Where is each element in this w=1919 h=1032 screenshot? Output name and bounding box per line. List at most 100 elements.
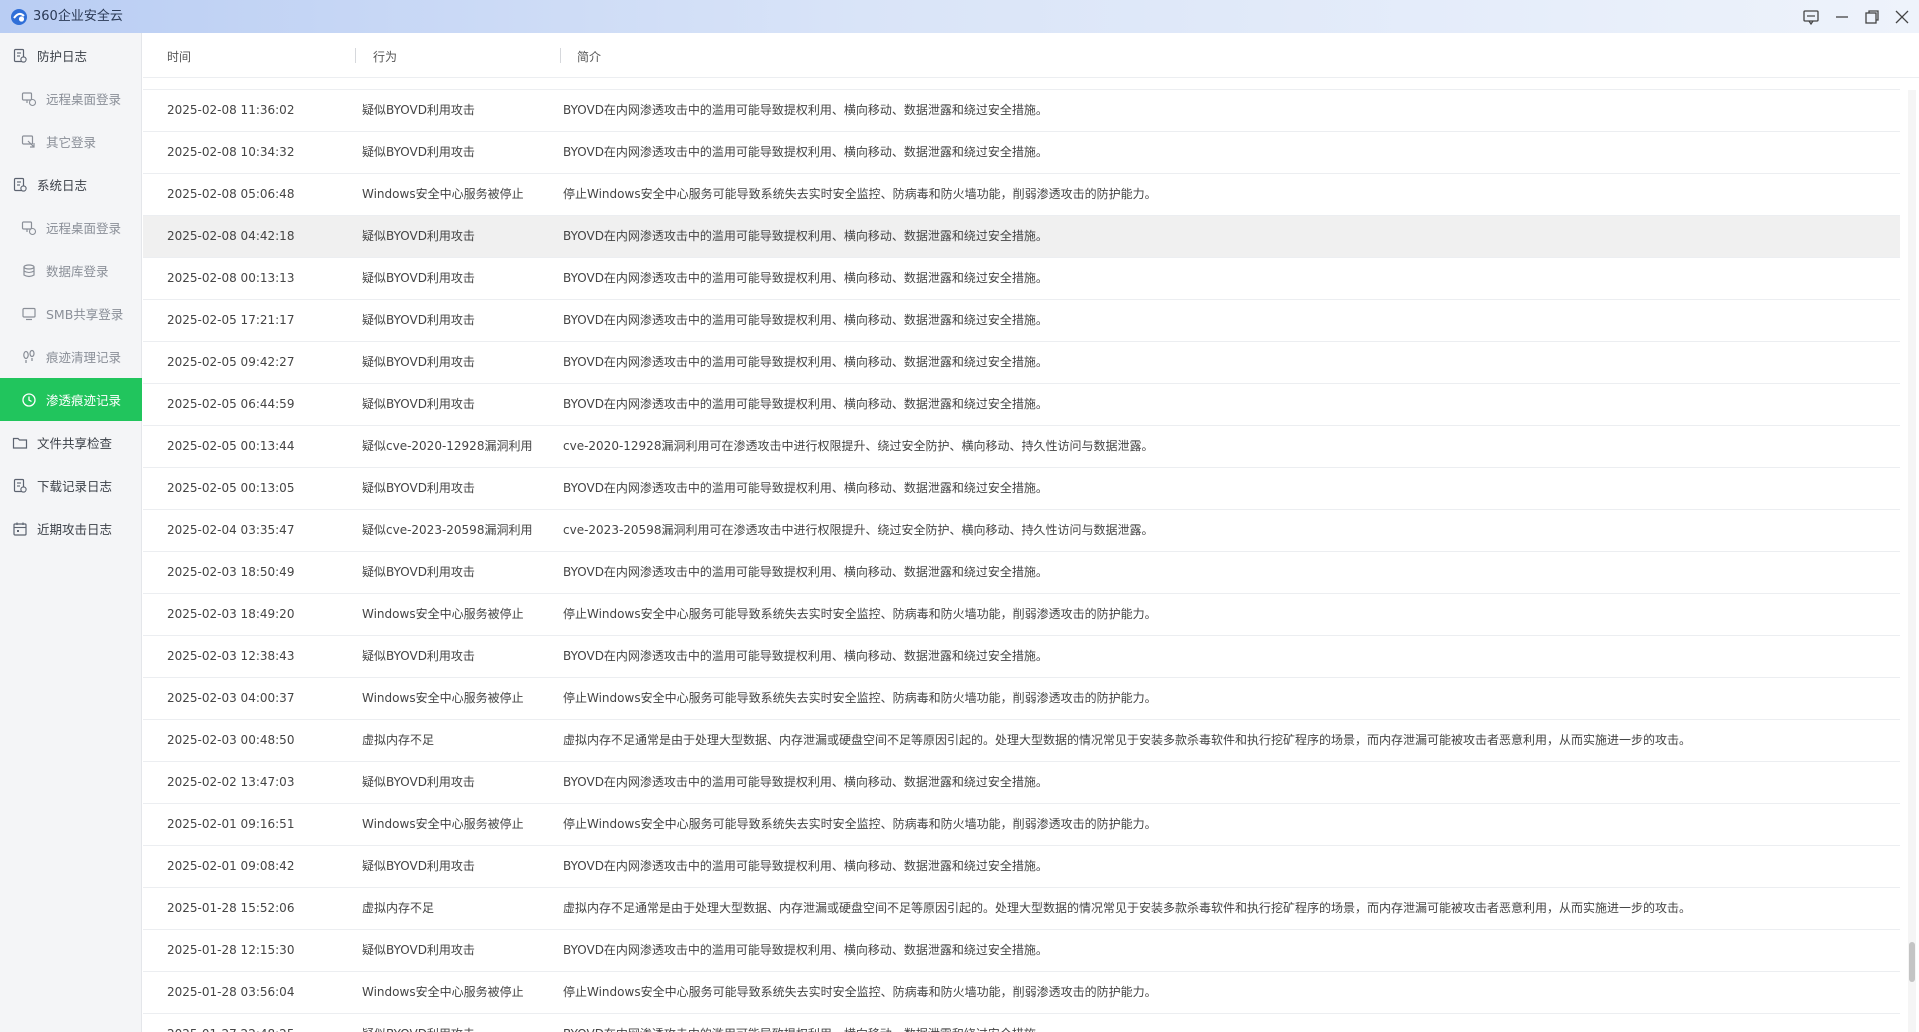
- cell-time: 2025-02-03 18:49:20: [167, 607, 295, 621]
- sidebar-item-file-share-check[interactable]: 文件共享检查: [0, 421, 142, 464]
- column-header-action[interactable]: 行为: [373, 48, 397, 65]
- app-title: 360企业安全云: [33, 9, 123, 24]
- sidebar-item-remote-desktop-login-2[interactable]: 远程桌面登录: [0, 206, 142, 249]
- table-row[interactable]: 2025-02-05 06:44:59 疑似BYOVD利用攻击 BYOVD在内网渗透…: [143, 384, 1900, 426]
- table-row[interactable]: 2025-02-03 12:38:43 疑似BYOVD利用攻击 BYOVD在内网渗透…: [143, 636, 1900, 678]
- cell-action: 疑似BYOVD利用攻击: [362, 271, 475, 285]
- cell-time: 2025-02-08 05:06:48: [167, 187, 295, 201]
- column-header-description[interactable]: 简介: [577, 48, 601, 65]
- table-row[interactable]: 2025-02-05 17:21:17 疑似BYOVD利用攻击 BYOVD在内网渗透…: [143, 300, 1900, 342]
- monitor-icon: [22, 307, 36, 320]
- sidebar-item-protection-log[interactable]: 防护日志: [0, 34, 142, 77]
- cell-action: 疑似BYOVD利用攻击: [362, 229, 475, 243]
- cell-time: 2025-02-01 09:08:42: [167, 859, 295, 873]
- cell-action: Windows安全中心服务被停止: [362, 691, 524, 705]
- cell-time: 2025-02-03 00:48:50: [167, 733, 295, 747]
- table-row[interactable]: 2025-02-03 04:00:37 Windows安全中心服务被停止 停止Win…: [143, 678, 1900, 720]
- cell-time: 2025-01-27 22:48:25: [167, 1014, 294, 1032]
- column-divider[interactable]: [560, 48, 561, 63]
- cell-action: 疑似BYOVD利用攻击: [362, 397, 475, 411]
- cell-action: 疑似BYOVD利用攻击: [362, 355, 475, 369]
- table-row[interactable]: 2025-02-02 13:47:03 疑似BYOVD利用攻击 BYOVD在内网渗透…: [143, 762, 1900, 804]
- table-row[interactable]: 2025-02-08 10:34:32 疑似BYOVD利用攻击 BYOVD在内网渗透…: [143, 132, 1900, 174]
- table-row[interactable]: 2025-02-08 04:42:18 疑似BYOVD利用攻击 BYOVD在内网渗透…: [143, 216, 1900, 258]
- table-row[interactable]: 2025-01-28 12:15:30 疑似BYOVD利用攻击 BYOVD在内网渗透…: [143, 930, 1900, 972]
- table-row[interactable]: 2025-02-03 00:48:50 虚拟内存不足 虚拟内存不足通常是由于处理大型…: [143, 720, 1900, 762]
- log-table: 时间 行为 简介 2025-02-08 11:36:02 疑似BYOVD利用攻击 B…: [143, 33, 1919, 1032]
- table-row[interactable]: 2025-02-08 05:06:48 Windows安全中心服务被停止 停止Win…: [143, 174, 1900, 216]
- sidebar-item-download-record-log[interactable]: 下载记录日志: [0, 464, 142, 507]
- restore-icon[interactable]: [1861, 6, 1883, 28]
- calendar-icon: [13, 522, 27, 536]
- cell-description: BYOVD在内网渗透攻击中的滥用可能导致提权利用、横向移动、数据泄露和绕过安全措…: [563, 565, 1048, 579]
- close-icon[interactable]: [1891, 6, 1913, 28]
- clock-icon: [22, 392, 36, 407]
- table-row[interactable]: 2025-02-03 18:50:49 疑似BYOVD利用攻击 BYOVD在内网渗透…: [143, 552, 1900, 594]
- cell-time: 2025-02-05 06:44:59: [167, 397, 295, 411]
- cell-time: 2025-02-01 09:16:51: [167, 817, 295, 831]
- cell-action: Windows安全中心服务被停止: [362, 985, 524, 999]
- cell-description: 虚拟内存不足通常是由于处理大型数据、内存泄漏或硬盘空间不足等原因引起的。处理大型…: [563, 733, 1692, 747]
- minimize-icon[interactable]: [1831, 6, 1853, 28]
- sidebar-item-system-log[interactable]: 系统日志: [0, 163, 142, 206]
- remote-desktop-icon: [21, 220, 37, 235]
- cell-action: 疑似BYOVD利用攻击: [362, 565, 475, 579]
- cell-description: BYOVD在内网渗透攻击中的滥用可能导致提权利用、横向移动、数据泄露和绕过安全措…: [563, 649, 1048, 663]
- cell-time: 2025-02-08 11:36:02: [167, 103, 295, 117]
- sidebar-item-other-login[interactable]: 其它登录: [0, 120, 142, 163]
- sidebar-item-label: 远程桌面登录: [46, 92, 122, 107]
- cell-description: BYOVD在内网渗透攻击中的滥用可能导致提权利用、横向移动、数据泄露和绕过安全措…: [563, 859, 1048, 873]
- cell-description: BYOVD在内网渗透攻击中的滥用可能导致提权利用、横向移动、数据泄露和绕过安全措…: [563, 145, 1048, 159]
- sidebar-item-smb-share-login[interactable]: SMB共享登录: [0, 292, 142, 335]
- cell-action: 疑似cve-2020-12928漏洞利用: [362, 439, 533, 453]
- cell-action: 疑似BYOVD利用攻击: [362, 481, 475, 495]
- cell-description: BYOVD在内网渗透攻击中的滥用可能导致提权利用、横向移动、数据泄露和绕过安全措…: [563, 775, 1048, 789]
- cell-description: cve-2020-12928漏洞利用可在渗透攻击中进行权限提升、绕过安全防护、横…: [563, 439, 1154, 453]
- table-row[interactable]: 2025-02-01 09:08:42 疑似BYOVD利用攻击 BYOVD在内网渗透…: [143, 846, 1900, 888]
- table-row[interactable]: 2025-01-28 15:52:06 虚拟内存不足 虚拟内存不足通常是由于处理大型…: [143, 888, 1900, 930]
- cell-time: 2025-02-02 13:47:03: [167, 775, 295, 789]
- column-header-time[interactable]: 时间: [167, 48, 191, 65]
- table-row[interactable]: 2025-02-08 11:36:02 疑似BYOVD利用攻击 BYOVD在内网渗透…: [143, 90, 1900, 132]
- cell-action: Windows安全中心服务被停止: [362, 187, 524, 201]
- cell-description: BYOVD在内网渗透攻击中的滥用可能导致提权利用、横向移动、数据泄露和绕过安全措…: [563, 397, 1048, 411]
- sidebar-item-remote-desktop-login[interactable]: 远程桌面登录: [0, 77, 142, 120]
- header-divider: [143, 77, 1919, 78]
- cell-time: 2025-02-03 04:00:37: [167, 691, 295, 705]
- cell-time: 2025-02-08 00:13:13: [167, 271, 295, 285]
- cell-action: 疑似BYOVD利用攻击: [362, 775, 475, 789]
- table-row[interactable]: 2025-01-28 03:56:04 Windows安全中心服务被停止 停止Win…: [143, 972, 1900, 1014]
- table-row[interactable]: 2025-02-03 18:49:20 Windows安全中心服务被停止 停止Win…: [143, 594, 1900, 636]
- cell-time: 2025-02-05 17:21:17: [167, 313, 295, 327]
- table-row[interactable]: 2025-02-04 03:35:47 疑似cve-2023-20598漏洞利用 c…: [143, 510, 1900, 552]
- table-row[interactable]: 2025-02-08 00:13:13 疑似BYOVD利用攻击 BYOVD在内网渗透…: [143, 258, 1900, 300]
- remote-desktop-icon: [21, 91, 37, 106]
- sidebar-item-label: 近期攻击日志: [37, 522, 113, 537]
- sidebar-item-recent-attack-log[interactable]: 近期攻击日志: [0, 507, 142, 550]
- scrollbar-thumb[interactable]: [1909, 942, 1915, 982]
- cell-description: 停止Windows安全中心服务可能导致系统失去实时安全监控、防病毒和防火墙功能，…: [563, 817, 1157, 831]
- column-divider[interactable]: [355, 48, 356, 63]
- cell-action: 疑似BYOVD利用攻击: [362, 649, 475, 663]
- cell-description: 停止Windows安全中心服务可能导致系统失去实时安全监控、防病毒和防火墙功能，…: [563, 691, 1157, 705]
- cell-action: 疑似BYOVD利用攻击: [362, 103, 475, 117]
- table-row[interactable]: 2025-02-01 09:16:51 Windows安全中心服务被停止 停止Win…: [143, 804, 1900, 846]
- feedback-icon[interactable]: [1800, 6, 1822, 28]
- cell-time: 2025-02-05 09:42:27: [167, 355, 295, 369]
- log-icon: [13, 48, 27, 63]
- sidebar: 防护日志 远程桌面登录 其它登录 系统日志 远程桌面登录 数据库登录 SMB共享…: [0, 33, 142, 1032]
- table-row[interactable]: 2025-02-05 00:13:05 疑似BYOVD利用攻击 BYOVD在内网渗透…: [143, 468, 1900, 510]
- sidebar-item-label: 系统日志: [37, 178, 88, 193]
- vertical-scrollbar[interactable]: [1908, 90, 1916, 1032]
- cell-action: 虚拟内存不足: [362, 733, 435, 747]
- cell-description: BYOVD在内网渗透攻击中的滥用可能导致提权利用、横向移动、数据泄露和绕过安全措…: [563, 1014, 1048, 1032]
- table-row[interactable]: 2025-02-05 09:42:27 疑似BYOVD利用攻击 BYOVD在内网渗透…: [143, 342, 1900, 384]
- table-row[interactable]: 2025-01-27 22:48:25 疑似BYOVD利用攻击 BYOVD在内网渗透…: [143, 1014, 1900, 1032]
- sidebar-item-trace-cleanup-record[interactable]: 痕迹清理记录: [0, 335, 142, 378]
- sidebar-item-database-login[interactable]: 数据库登录: [0, 249, 142, 292]
- cell-time: 2025-02-05 00:13:44: [167, 439, 295, 453]
- table-row[interactable]: 2025-02-05 00:13:44 疑似cve-2020-12928漏洞利用 c…: [143, 426, 1900, 468]
- cell-action: Windows安全中心服务被停止: [362, 817, 524, 831]
- log-icon: [13, 478, 27, 493]
- sidebar-item-penetration-trace-record[interactable]: 渗透痕迹记录: [0, 378, 142, 421]
